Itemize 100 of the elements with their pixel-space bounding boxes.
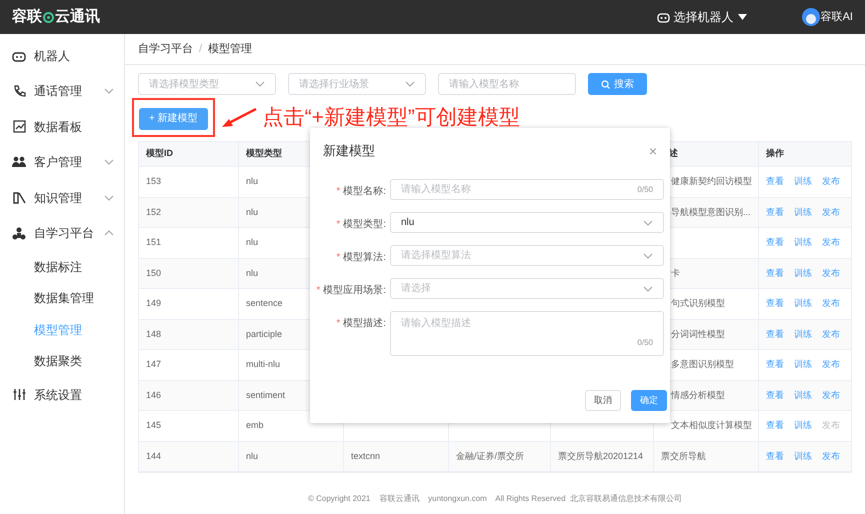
annotation-text: 点击“+新建模型”可创建模型 xyxy=(262,104,520,131)
sidebar-item[interactable]: 客户管理 xyxy=(0,144,124,180)
sliders-icon xyxy=(12,388,26,402)
table-cell: 150 xyxy=(146,268,162,278)
table-cell: sentiment xyxy=(246,390,286,400)
action-link[interactable]: 查看 xyxy=(766,175,784,188)
action-link[interactable]: 发布 xyxy=(822,266,840,280)
action-link[interactable]: 查看 xyxy=(766,236,784,250)
field-label: 模型类型: xyxy=(343,218,386,232)
table-cell: 146 xyxy=(146,390,162,400)
select-field[interactable]: 请选择模型算法 xyxy=(390,245,664,266)
chevron-icon xyxy=(643,286,653,292)
table-cell-text: 健康新契约回访模型 xyxy=(670,176,752,186)
required-mark: * xyxy=(316,284,320,298)
footer-text: © Copyright 2021 容联云通讯 yuntongxun.com All Rights Reserved 北京容联易通信息技术有限公司 xyxy=(138,472,852,514)
column-header: 模型ID xyxy=(146,148,173,158)
robot-selector[interactable]: 选择机器人 xyxy=(656,8,747,26)
required-mark: * xyxy=(336,317,340,331)
submenu-item[interactable]: 数据标注 xyxy=(0,251,124,282)
hierarchy-icon xyxy=(12,226,26,240)
cancel-button[interactable]: 取消 xyxy=(585,390,621,411)
action-link[interactable]: 训练 xyxy=(794,419,812,432)
action-link[interactable]: 发布 xyxy=(822,297,840,310)
action-link[interactable]: 发布 xyxy=(822,175,840,188)
table-cell-text: 文本相似度计算模型 xyxy=(670,420,752,430)
table-cell: 145 xyxy=(146,420,162,430)
action-link[interactable]: 查看 xyxy=(766,388,784,402)
close-button[interactable]: × xyxy=(648,144,657,158)
select-field[interactable]: 请选择模型类型 xyxy=(138,73,276,95)
sidebar-item[interactable]: 系统设置 xyxy=(0,377,124,412)
table-cell: 票交所导航20201214 xyxy=(558,450,644,460)
action-link[interactable]: 训练 xyxy=(794,358,812,372)
sidebar-item[interactable]: 自学习平台 xyxy=(0,216,124,251)
action-link[interactable]: 训练 xyxy=(794,236,812,250)
action-link[interactable]: 训练 xyxy=(794,266,812,280)
column-header: 操作 xyxy=(766,148,784,158)
action-link[interactable]: 发布 xyxy=(822,358,840,372)
robot-icon xyxy=(12,50,26,62)
field-label: 模型名称: xyxy=(343,184,386,199)
table-cell: 票交所导航 xyxy=(661,450,706,460)
select-field[interactable]: 请选择 xyxy=(390,278,664,299)
breadcrumb-item[interactable]: 模型管理 xyxy=(208,40,252,58)
char-counter: 0/50 xyxy=(637,184,653,196)
sidebar-item[interactable]: 数据看板 xyxy=(0,109,124,144)
action-link[interactable]: 查看 xyxy=(766,266,784,280)
action-link[interactable]: 训练 xyxy=(794,206,812,219)
field-label: 模型应用场景: xyxy=(323,284,386,298)
action-link[interactable]: 发布 xyxy=(822,450,840,463)
sidebar-item[interactable]: 机器人 xyxy=(0,38,124,74)
table-cell-text: 多意图识别模型 xyxy=(670,359,734,369)
action-link[interactable]: 查看 xyxy=(766,450,784,463)
submenu-item[interactable]: 数据聚类 xyxy=(0,346,124,377)
avatar-icon xyxy=(802,8,820,26)
robot-icon xyxy=(656,12,670,22)
chevron-icon xyxy=(405,81,415,87)
action-link[interactable]: 查看 xyxy=(766,419,784,432)
action-link[interactable]: 查看 xyxy=(766,297,784,310)
table-cell: 153 xyxy=(146,176,162,186)
action-link[interactable]: 查看 xyxy=(766,328,784,341)
action-link[interactable]: 训练 xyxy=(794,328,812,341)
sidebar-item[interactable]: 通话管理 xyxy=(0,74,124,109)
book-icon xyxy=(12,192,26,204)
action-link[interactable]: 训练 xyxy=(794,450,812,463)
phone-icon xyxy=(12,84,26,98)
breadcrumb-item[interactable]: 自学习平台 xyxy=(138,40,193,58)
action-link[interactable]: 训练 xyxy=(794,388,812,402)
table-cell: 金融/证券/票交所 xyxy=(456,450,524,460)
action-link[interactable]: 发布 xyxy=(822,388,840,402)
user-name: 容联AI xyxy=(820,10,853,25)
select-field[interactable]: nlu xyxy=(390,212,664,233)
search-button[interactable]: 搜索 xyxy=(588,73,647,95)
action-link[interactable]: 发布 xyxy=(822,328,840,341)
caret-icon xyxy=(738,14,747,20)
table-cell-text: 情感分析模型 xyxy=(670,390,725,400)
submenu-item[interactable]: 数据集管理 xyxy=(0,282,124,314)
new-model-button[interactable]: + 新建模型 xyxy=(139,108,208,130)
table-cell-text: 分词词性模型 xyxy=(670,328,725,338)
table-cell: nlu xyxy=(246,268,258,278)
table-cell: nlu xyxy=(246,206,258,216)
table-cell: 152 xyxy=(146,206,162,216)
table-cell: sentence xyxy=(246,298,283,308)
chart-icon xyxy=(12,120,26,134)
action-link[interactable]: 发布 xyxy=(822,236,840,250)
action-link[interactable]: 查看 xyxy=(766,206,784,219)
column-header: 模型类型 xyxy=(246,148,282,158)
submenu-item[interactable]: 模型管理 xyxy=(0,314,124,346)
action-link[interactable]: 训练 xyxy=(794,175,812,188)
input-field[interactable]: 请输入模型名称 xyxy=(438,73,576,95)
table-cell: participle xyxy=(246,328,282,338)
textarea-field[interactable]: 请输入模型描述 0/50 xyxy=(390,311,664,356)
table-cell: 149 xyxy=(146,298,162,308)
action-link[interactable]: 查看 xyxy=(766,358,784,372)
input-field[interactable]: 请输入模型名称 0/50 xyxy=(390,179,664,200)
users-icon xyxy=(12,156,26,168)
confirm-button[interactable]: 确定 xyxy=(631,390,667,411)
table-cell-text: 句式识别模型 xyxy=(670,298,725,308)
action-link[interactable]: 训练 xyxy=(794,297,812,310)
sidebar-item[interactable]: 知识管理 xyxy=(0,180,124,216)
select-field[interactable]: 请选择行业场景 xyxy=(288,73,426,95)
action-link[interactable]: 发布 xyxy=(822,206,840,219)
